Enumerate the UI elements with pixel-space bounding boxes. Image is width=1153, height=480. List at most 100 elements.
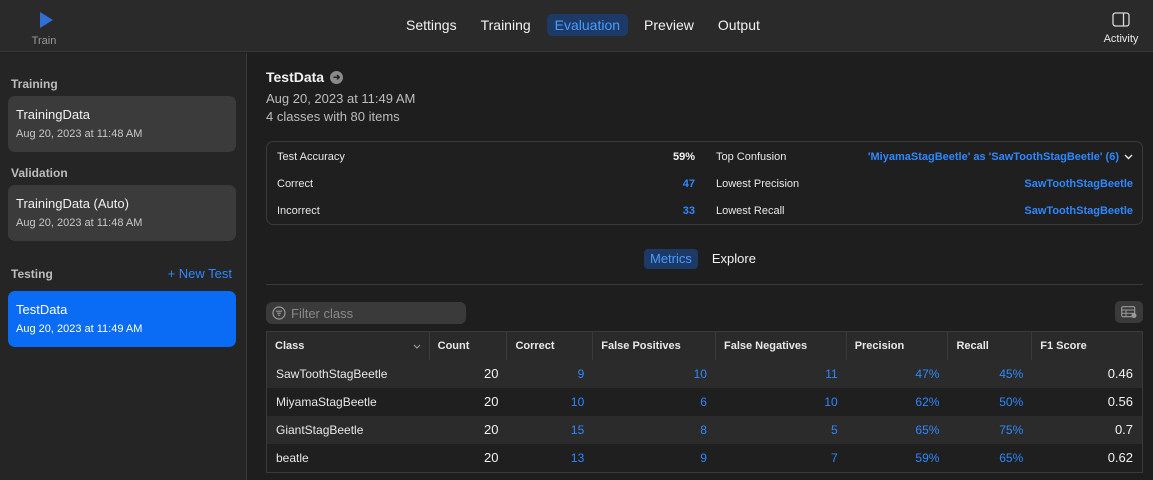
card-title: TestData — [16, 302, 68, 317]
card-title: TrainingData (Auto) — [16, 196, 129, 211]
card-date: Aug 20, 2023 at 11:48 AM — [16, 128, 143, 140]
tab-evaluation[interactable]: Evaluation — [546, 14, 629, 36]
sidebar-item-training-data[interactable]: TrainingData Aug 20, 2023 at 11:48 AM — [8, 96, 236, 152]
top-confusion-row: Top Confusion 'MiyamaStagBeetle' as 'Saw… — [716, 151, 1133, 163]
table-row[interactable]: GiantStagBeetle 20 15 8 5 65% 75% 0.7 — [267, 416, 1142, 444]
incorrect-value[interactable]: 33 — [683, 205, 695, 217]
toolbar: Train Settings Training Evaluation Previ… — [0, 0, 1153, 52]
table-body: SawToothStagBeetle 20 9 10 11 47% 45% 0.… — [267, 360, 1142, 472]
tab-settings[interactable]: Settings — [398, 14, 465, 36]
cell-false-negatives[interactable]: 5 — [716, 416, 847, 444]
cell-false-positives[interactable]: 10 — [593, 360, 716, 388]
training-section-title: Training — [11, 77, 58, 91]
column-header-label: Class — [275, 340, 305, 352]
column-header-recall[interactable]: Recall — [948, 332, 1033, 360]
cell-count: 20 — [483, 450, 499, 465]
filter-field — [266, 302, 466, 324]
lowest-precision-label: Lowest Precision — [716, 178, 800, 190]
card-title: TrainingData — [16, 107, 90, 122]
lowest-recall-label: Lowest Recall — [716, 205, 785, 217]
cell-false-negatives[interactable]: 7 — [716, 444, 847, 472]
sidebar-item-test-data[interactable]: TestData Aug 20, 2023 at 11:49 AM — [8, 291, 236, 347]
column-header-correct[interactable]: Correct — [507, 332, 594, 360]
test-accuracy-value: 59% — [672, 151, 695, 163]
table-row[interactable]: beatle 20 13 9 7 59% 65% 0.62 — [267, 444, 1142, 472]
cell-count: 20 — [483, 394, 499, 409]
test-accuracy-label: Test Accuracy — [277, 151, 345, 163]
column-options-button[interactable] — [1115, 301, 1143, 323]
lowest-recall-value[interactable]: SawToothStagBeetle — [1024, 205, 1133, 217]
validation-section-title: Validation — [11, 166, 68, 180]
view-segmented-control: Metrics Explore — [644, 249, 762, 269]
column-header-false-positives[interactable]: False Positives — [593, 332, 716, 360]
arrow-right-circle-icon[interactable]: ➜ — [330, 70, 344, 84]
cell-f1-score: 0.46 — [1107, 366, 1134, 381]
table-header: Class Count Correct False Positives Fals… — [267, 332, 1142, 360]
card-date: Aug 20, 2023 at 11:49 AM — [16, 323, 143, 335]
cell-precision[interactable]: 59% — [847, 444, 949, 472]
cell-correct[interactable]: 15 — [507, 416, 593, 444]
table-row[interactable]: MiyamaStagBeetle 20 10 6 10 62% 50% 0.56 — [267, 388, 1142, 416]
activity-button[interactable]: Activity — [1101, 12, 1141, 45]
tab-output[interactable]: Output — [710, 14, 768, 36]
chevron-down-icon — [413, 344, 421, 349]
table-row[interactable]: SawToothStagBeetle 20 9 10 11 47% 45% 0.… — [267, 360, 1142, 388]
page-summary: 4 classes with 80 items — [266, 109, 400, 124]
cell-precision[interactable]: 47% — [847, 360, 949, 388]
cell-f1-score: 0.7 — [1114, 422, 1134, 437]
sidebar-toggle-icon — [1112, 12, 1130, 27]
metrics-table: Class Count Correct False Positives Fals… — [266, 331, 1143, 473]
sidebar-item-validation-data[interactable]: TrainingData (Auto) Aug 20, 2023 at 11:4… — [8, 185, 236, 241]
column-header-false-negatives[interactable]: False Negatives — [716, 332, 847, 360]
tab-preview[interactable]: Preview — [636, 14, 702, 36]
sidebar: Training TrainingData Aug 20, 2023 at 11… — [0, 53, 247, 480]
lowest-precision-row: Lowest Precision SawToothStagBeetle — [716, 178, 1133, 190]
card-date: Aug 20, 2023 at 11:48 AM — [16, 217, 143, 229]
filter-class-input[interactable] — [291, 305, 461, 321]
train-button[interactable]: Train — [24, 8, 64, 48]
cell-correct[interactable]: 10 — [507, 388, 593, 416]
cell-false-positives[interactable]: 6 — [593, 388, 716, 416]
cell-class: GiantStagBeetle — [276, 423, 364, 437]
cell-recall[interactable]: 65% — [948, 444, 1032, 472]
table-columns-icon — [1121, 306, 1137, 318]
cell-false-positives[interactable]: 8 — [593, 416, 716, 444]
activity-label: Activity — [1103, 33, 1139, 45]
cell-precision[interactable]: 62% — [847, 388, 949, 416]
testing-section-title: Testing — [11, 267, 53, 281]
tab-bar: Settings Training Evaluation Preview Out… — [398, 14, 768, 36]
top-confusion-value: 'MiyamaStagBeetle' as 'SawToothStagBeetl… — [867, 151, 1119, 163]
incorrect-row: Incorrect 33 — [277, 205, 695, 217]
column-header-precision[interactable]: Precision — [847, 332, 949, 360]
column-header-count[interactable]: Count — [430, 332, 508, 360]
tab-training[interactable]: Training — [473, 14, 539, 36]
filter-icon — [272, 306, 286, 320]
tab-metrics[interactable]: Metrics — [644, 249, 698, 269]
cell-class: SawToothStagBeetle — [276, 367, 388, 381]
cell-false-negatives[interactable]: 10 — [716, 388, 847, 416]
correct-value[interactable]: 47 — [683, 178, 695, 190]
column-header-class[interactable]: Class — [267, 332, 430, 360]
correct-row: Correct 47 — [277, 178, 695, 190]
cell-f1-score: 0.62 — [1107, 450, 1134, 465]
cell-recall[interactable]: 75% — [948, 416, 1032, 444]
cell-recall[interactable]: 45% — [948, 360, 1032, 388]
cell-precision[interactable]: 65% — [847, 416, 949, 444]
test-accuracy-row: Test Accuracy 59% — [277, 151, 695, 163]
page-title: TestData ➜ — [266, 69, 344, 85]
top-confusion-label: Top Confusion — [716, 151, 787, 163]
new-test-button[interactable]: + New Test — [168, 266, 232, 281]
lowest-precision-value[interactable]: SawToothStagBeetle — [1024, 178, 1133, 190]
cell-recall[interactable]: 50% — [948, 388, 1032, 416]
train-label: Train — [31, 35, 57, 47]
cell-correct[interactable]: 13 — [507, 444, 593, 472]
chevron-down-icon — [1124, 154, 1133, 160]
play-icon — [39, 12, 53, 28]
cell-false-negatives[interactable]: 11 — [716, 360, 847, 388]
cell-false-positives[interactable]: 9 — [593, 444, 716, 472]
top-confusion-link[interactable]: 'MiyamaStagBeetle' as 'SawToothStagBeetl… — [868, 151, 1133, 163]
cell-correct[interactable]: 9 — [507, 360, 593, 388]
column-header-f1-score[interactable]: F1 Score — [1032, 332, 1142, 360]
tab-explore[interactable]: Explore — [706, 249, 762, 269]
divider — [266, 284, 1143, 285]
